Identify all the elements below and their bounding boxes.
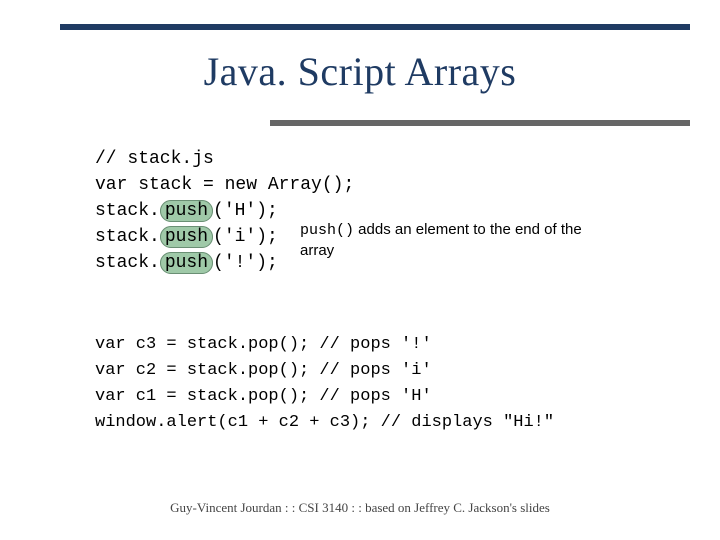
code-line-5c: ('!'); xyxy=(213,253,278,273)
callout-code: push() xyxy=(300,222,354,239)
code-line-4c: ('i'); xyxy=(213,227,278,247)
code-line-3c: ('H'); xyxy=(213,201,278,221)
slide-title: Java. Script Arrays xyxy=(0,48,720,95)
code-line-4a: stack. xyxy=(95,227,160,247)
code-lower-2: var c2 = stack.pop(); // pops 'i' xyxy=(95,361,432,380)
footer-text: Guy-Vincent Jourdan : : CSI 3140 : : bas… xyxy=(0,500,720,516)
top-rule xyxy=(60,24,690,30)
push-highlight-2: push xyxy=(160,226,213,248)
slide: Java. Script Arrays // stack.js var stac… xyxy=(0,0,720,540)
callout: push() adds an element to the end of the… xyxy=(300,220,620,260)
code-line-2: var stack = new Array(); xyxy=(95,175,354,195)
code-lower-4: window.alert(c1 + c2 + c3); // displays … xyxy=(95,413,554,432)
push-highlight-3: push xyxy=(160,252,213,274)
code-line-3a: stack. xyxy=(95,201,160,221)
code-block-lower: var c3 = stack.pop(); // pops '!' var c2… xyxy=(95,332,554,436)
code-line-5a: stack. xyxy=(95,253,160,273)
mid-rule xyxy=(270,120,690,126)
code-line-1: // stack.js xyxy=(95,149,214,169)
push-highlight-1: push xyxy=(160,200,213,222)
code-lower-1: var c3 = stack.pop(); // pops '!' xyxy=(95,335,432,354)
code-lower-3: var c1 = stack.pop(); // pops 'H' xyxy=(95,387,432,406)
